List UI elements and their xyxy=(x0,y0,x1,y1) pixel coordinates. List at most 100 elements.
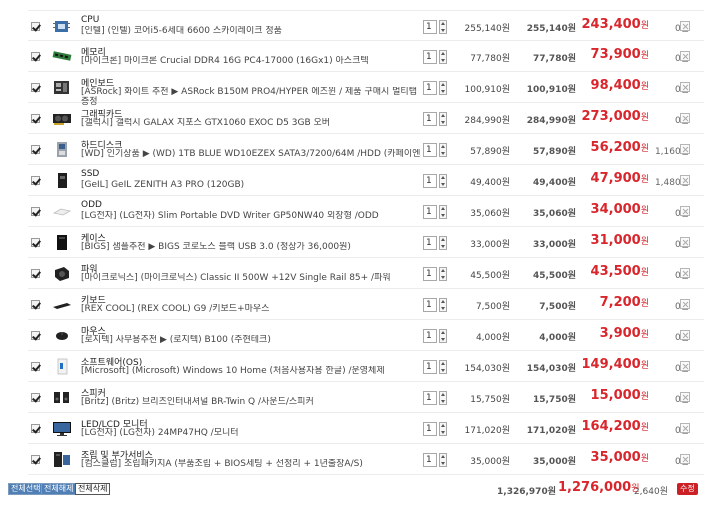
cart-row: 키보드 [REX COOL] (REX COOL) G9 /키보드+마우스 1 7,5… xyxy=(28,289,704,320)
item-description[interactable]: [인텔] (인텔) 코어i5-6세대 6600 스카이레이크 정품 xyxy=(81,26,421,36)
delete-icon[interactable] xyxy=(680,113,690,123)
item-description[interactable]: [Britz] (Britz) 브리츠인터내셔널 BR-Twin Q /사운드/… xyxy=(81,397,421,407)
delete-icon[interactable] xyxy=(680,175,690,185)
quantity-input[interactable]: 1 xyxy=(423,422,437,436)
subtotal-price: 35,000원 xyxy=(532,457,576,467)
delete-icon[interactable] xyxy=(680,21,690,31)
quantity-input[interactable]: 1 xyxy=(423,453,437,467)
row-checkbox[interactable] xyxy=(31,83,40,92)
delete-icon[interactable] xyxy=(680,237,690,247)
delete-icon[interactable] xyxy=(680,206,690,216)
delete-icon[interactable] xyxy=(680,299,690,309)
unit-price: 57,890원 xyxy=(470,147,510,157)
quantity-stepper[interactable] xyxy=(439,236,447,250)
modify-button[interactable]: 수정 xyxy=(677,483,698,495)
row-checkbox[interactable] xyxy=(31,331,40,340)
quantity-stepper[interactable] xyxy=(439,453,447,467)
subtotal-price: 45,500원 xyxy=(532,271,576,281)
unit-price: 77,780원 xyxy=(470,54,510,64)
delete-icon[interactable] xyxy=(680,268,690,278)
quantity-stepper[interactable] xyxy=(439,205,447,219)
power-supply-icon xyxy=(52,265,72,282)
delete-icon[interactable] xyxy=(680,144,690,154)
quantity-stepper[interactable] xyxy=(439,267,447,281)
quantity-input[interactable]: 1 xyxy=(423,143,437,157)
delete-all-button[interactable]: 전체삭제 xyxy=(75,483,111,495)
cart-row: 조립 및 부가서비스 [컴스클럽] 조립패키지A (부품조립 + BIOS세팅 +… xyxy=(28,444,704,475)
quantity-stepper[interactable] xyxy=(439,81,447,95)
row-checkbox[interactable] xyxy=(31,207,40,216)
delete-icon[interactable] xyxy=(680,51,690,61)
quantity-input[interactable]: 1 xyxy=(423,267,437,281)
item-description[interactable]: [WD] 인기상품 ▶ (WD) 1TB BLUE WD10EZEX SATA3… xyxy=(81,149,421,159)
delete-icon[interactable] xyxy=(680,423,690,433)
quantity-stepper[interactable] xyxy=(439,112,447,126)
quantity-stepper[interactable] xyxy=(439,360,447,374)
select-all-button[interactable]: 전체선택 xyxy=(8,483,44,495)
quantity-stepper[interactable] xyxy=(439,20,447,34)
subtotal-price: 57,890원 xyxy=(532,147,576,157)
delete-icon[interactable] xyxy=(680,82,690,92)
quantity-input[interactable]: 1 xyxy=(423,236,437,250)
row-checkbox[interactable] xyxy=(31,176,40,185)
row-checkbox[interactable] xyxy=(31,362,40,371)
odd-icon xyxy=(52,203,72,220)
hard-disk-icon xyxy=(52,141,72,158)
quantity-stepper[interactable] xyxy=(439,143,447,157)
speaker-icon xyxy=(52,389,72,406)
item-description[interactable]: [REX COOL] (REX COOL) G9 /키보드+마우스 xyxy=(81,304,421,314)
memory-icon xyxy=(52,48,72,65)
quantity-stepper[interactable] xyxy=(439,174,447,188)
assembly-service-icon xyxy=(52,451,72,468)
item-category: SSD xyxy=(81,169,100,179)
quantity-input[interactable]: 1 xyxy=(423,391,437,405)
deselect-all-button[interactable]: 전체해제 xyxy=(41,483,77,495)
unit-price: 284,990원 xyxy=(464,116,511,126)
quantity-stepper[interactable] xyxy=(439,50,447,64)
keyboard-icon xyxy=(52,296,72,313)
item-description[interactable]: [갤럭시] 갤럭시 GALAX 지포스 GTX1060 EXOC D5 3GB … xyxy=(81,118,421,128)
delete-icon[interactable] xyxy=(680,330,690,340)
delete-icon[interactable] xyxy=(680,392,690,402)
item-description[interactable]: [GeIL] GeIL ZENITH A3 PRO (120GB) xyxy=(81,180,421,190)
delete-icon[interactable] xyxy=(680,361,690,371)
item-description[interactable]: [LG전자] (LG전자) Slim Portable DVD Writer G… xyxy=(81,211,421,221)
item-description[interactable]: [LG전자] (LG전자) 24MP47HQ /모니터 xyxy=(81,428,421,438)
software-icon xyxy=(52,358,72,375)
quantity-stepper[interactable] xyxy=(439,422,447,436)
quantity-input[interactable]: 1 xyxy=(423,20,437,34)
quantity-stepper[interactable] xyxy=(439,391,447,405)
quantity-stepper[interactable] xyxy=(439,298,447,312)
quantity-input[interactable]: 1 xyxy=(423,360,437,374)
unit-price: 255,140원 xyxy=(464,24,511,34)
row-checkbox[interactable] xyxy=(31,300,40,309)
quantity-input[interactable]: 1 xyxy=(423,298,437,312)
ssd-icon xyxy=(52,172,72,189)
row-checkbox[interactable] xyxy=(31,424,40,433)
cart-row: 그래픽카드 [갤럭시] 갤럭시 GALAX 지포스 GTX1060 EXOC D5… xyxy=(28,103,704,134)
row-checkbox[interactable] xyxy=(31,52,40,61)
quantity-input[interactable]: 1 xyxy=(423,112,437,126)
quantity-input[interactable]: 1 xyxy=(423,50,437,64)
item-description[interactable]: [컴스클럽] 조립패키지A (부품조립 + BIOS세팅 + 선정리 + 1년출… xyxy=(81,459,421,469)
row-checkbox[interactable] xyxy=(31,114,40,123)
row-checkbox[interactable] xyxy=(31,269,40,278)
item-description[interactable]: [마이크로닉스] (마이크로닉스) Classic II 500W +12V S… xyxy=(81,273,421,283)
item-description[interactable]: [마이크론] 마이크론 Crucial DDR4 16G PC4-17000 (… xyxy=(81,56,421,66)
cart-row: 하드디스크 [WD] 인기상품 ▶ (WD) 1TB BLUE WD10EZEX … xyxy=(28,134,704,165)
row-checkbox[interactable] xyxy=(31,455,40,464)
quantity-input[interactable]: 1 xyxy=(423,329,437,343)
quantity-stepper[interactable] xyxy=(439,329,447,343)
row-checkbox[interactable] xyxy=(31,145,40,154)
row-checkbox[interactable] xyxy=(31,238,40,247)
item-description[interactable]: [로지텍] 사무용추천 ▶ (로지텍) B100 (주현테크) xyxy=(81,335,421,345)
row-checkbox[interactable] xyxy=(31,22,40,31)
quantity-input[interactable]: 1 xyxy=(423,81,437,95)
item-description[interactable]: [Microsoft] (Microsoft) Windows 10 Home … xyxy=(81,366,421,376)
row-checkbox[interactable] xyxy=(31,393,40,402)
subtotal-price: 154,030원 xyxy=(526,364,576,374)
item-description[interactable]: [BIGS] 샘플추천 ▶ BIGS 코로노스 블랙 USB 3.0 (정상가 … xyxy=(81,242,421,252)
quantity-input[interactable]: 1 xyxy=(423,174,437,188)
delete-icon[interactable] xyxy=(680,454,690,464)
quantity-input[interactable]: 1 xyxy=(423,205,437,219)
